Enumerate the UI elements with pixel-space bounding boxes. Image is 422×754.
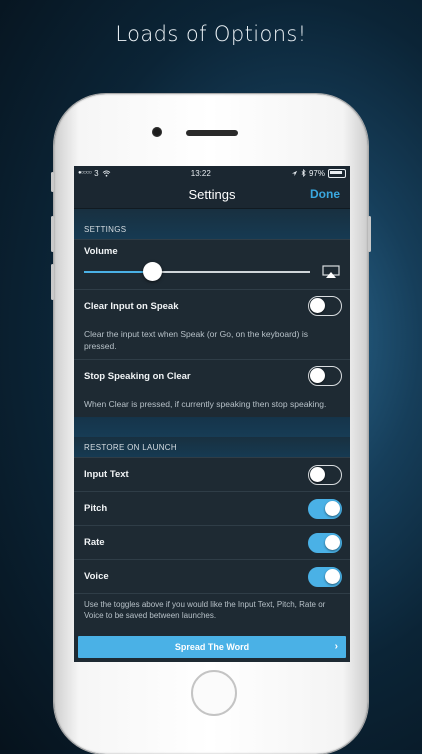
stop-speaking-row: Stop Speaking on Clear bbox=[74, 359, 350, 392]
phone-frame: ●○○○○ 3 13:22 97% Settings Done SETTINGS… bbox=[51, 94, 371, 754]
spread-button-label: Spread The Word bbox=[174, 642, 250, 652]
pitch-toggle[interactable] bbox=[308, 498, 342, 519]
volume-down-button bbox=[51, 264, 54, 300]
chevron-right-icon: › bbox=[334, 641, 338, 652]
restore-voice-row: Voice bbox=[74, 559, 350, 593]
toggle-knob bbox=[325, 568, 340, 584]
toggle-knob bbox=[325, 500, 340, 516]
restore-item-label: Input Text bbox=[84, 469, 129, 480]
stop-speaking-description: When Clear is pressed, if currently spea… bbox=[74, 392, 350, 417]
volume-track-fill bbox=[84, 271, 152, 273]
section-header-restore: RESTORE ON LAUNCH bbox=[74, 437, 350, 457]
home-button[interactable] bbox=[191, 670, 237, 716]
battery-icon bbox=[328, 168, 346, 178]
volume-slider[interactable] bbox=[84, 261, 340, 283]
front-camera bbox=[152, 127, 162, 137]
spread-the-word-button[interactable]: Spread The Word › bbox=[78, 636, 346, 658]
clear-input-row: Clear Input on Speak bbox=[74, 289, 350, 322]
stop-speaking-label: Stop Speaking on Clear bbox=[84, 370, 191, 382]
stop-speaking-toggle[interactable] bbox=[308, 366, 342, 386]
clear-input-label: Clear Input on Speak bbox=[84, 300, 179, 312]
volume-track bbox=[84, 271, 310, 273]
status-time: 13:22 bbox=[190, 168, 211, 178]
carrier-name: 3 bbox=[94, 168, 99, 178]
volume-up-button bbox=[51, 216, 54, 252]
restore-footer-note: Use the toggles above if you would like … bbox=[74, 593, 350, 628]
toggle-knob bbox=[310, 368, 325, 383]
restore-input-text-row: Input Text bbox=[74, 457, 350, 491]
headline: Loads of Options! bbox=[115, 22, 307, 46]
signal-strength-icon: ●○○○○ bbox=[78, 170, 92, 176]
section-header-settings: SETTINGS bbox=[74, 209, 350, 239]
clear-input-description: Clear the input text when Speak (or Go, … bbox=[74, 322, 350, 359]
restore-pitch-row: Pitch bbox=[74, 491, 350, 525]
clear-input-toggle[interactable] bbox=[308, 296, 342, 316]
input-text-toggle[interactable] bbox=[308, 464, 342, 485]
mute-switch bbox=[51, 172, 54, 192]
earpiece-speaker bbox=[186, 130, 238, 136]
rate-toggle[interactable] bbox=[308, 532, 342, 553]
volume-label: Volume bbox=[84, 246, 118, 257]
wifi-icon bbox=[102, 169, 110, 177]
done-button[interactable]: Done bbox=[310, 187, 340, 201]
bluetooth-icon bbox=[301, 169, 306, 177]
location-arrow-icon bbox=[291, 170, 298, 176]
battery-percent: 97% bbox=[308, 168, 325, 178]
restore-rate-row: Rate bbox=[74, 525, 350, 559]
volume-slider-thumb[interactable] bbox=[143, 262, 162, 281]
power-button bbox=[368, 216, 371, 252]
toggle-knob bbox=[310, 466, 325, 482]
toggle-knob bbox=[325, 534, 340, 550]
toggle-knob bbox=[310, 298, 325, 313]
status-bar: ●○○○○ 3 13:22 97% bbox=[74, 166, 350, 180]
restore-item-label: Pitch bbox=[84, 503, 108, 514]
restore-item-label: Rate bbox=[84, 537, 105, 548]
volume-row: Volume bbox=[74, 239, 350, 289]
nav-title: Settings bbox=[188, 186, 236, 202]
section-gap bbox=[74, 417, 350, 437]
navigation-bar: Settings Done bbox=[74, 180, 350, 209]
airplay-icon[interactable] bbox=[322, 265, 340, 279]
app-screen: ●○○○○ 3 13:22 97% Settings Done SETTINGS… bbox=[74, 166, 350, 662]
restore-item-label: Voice bbox=[84, 571, 109, 582]
voice-toggle[interactable] bbox=[308, 566, 342, 587]
